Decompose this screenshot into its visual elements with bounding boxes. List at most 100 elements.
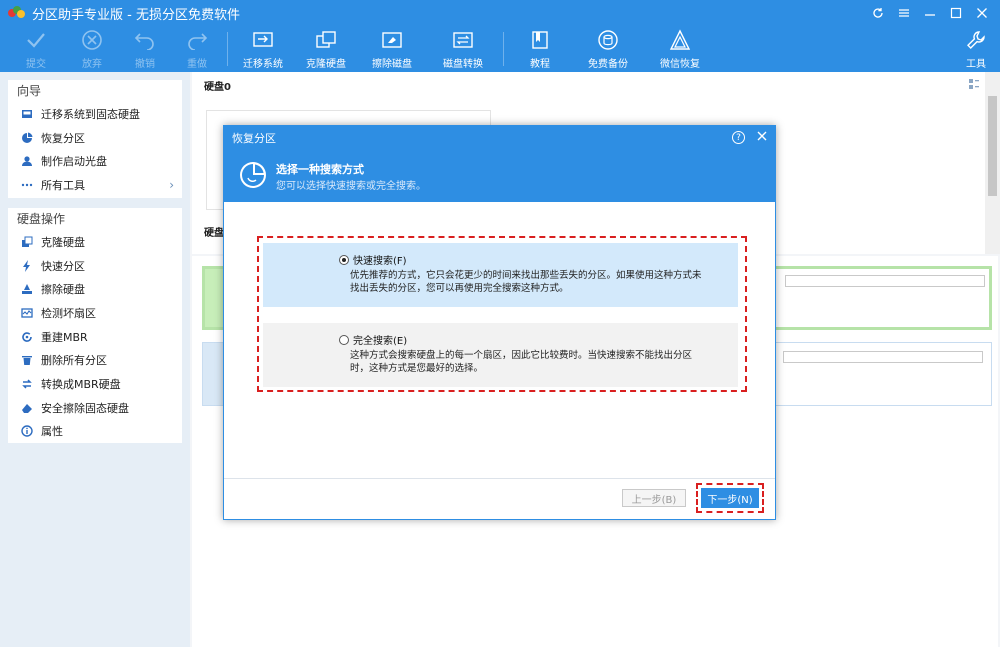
menu-icon[interactable] <box>892 0 916 26</box>
sidebar: 向导 迁移系统到固态硬盘 恢复分区 制作启动光盘 所有工具 › 硬盘操作 克隆硬… <box>0 72 190 647</box>
partition-bar[interactable] <box>783 351 983 363</box>
convert-icon <box>20 377 34 391</box>
secure-erase-icon <box>20 401 34 415</box>
toolbar: 提交 放弃 撤销 重做 迁移系统 克隆硬盘 擦除磁盘 磁盘转换 教程 免费备份 … <box>0 26 1000 72</box>
lightning-icon <box>20 259 34 273</box>
prev-button[interactable]: 上一步(B) <box>622 489 686 507</box>
dialog-title-bar: 恢复分区 ? <box>224 126 775 150</box>
check-icon <box>23 28 49 52</box>
clone-disk-icon <box>313 28 339 52</box>
sidebar-item-recover-partition[interactable]: 恢复分区 <box>8 126 182 150</box>
title-bar: 分区助手专业版 - 无损分区免费软件 <box>0 0 1000 26</box>
trash-icon <box>20 353 34 367</box>
app-title: 分区助手专业版 - 无损分区免费软件 <box>32 7 240 23</box>
discard-button[interactable]: 放弃 <box>64 28 120 70</box>
sidebar-item-convert-mbr[interactable]: 转换成MBR硬盘 <box>8 372 182 396</box>
view-toggle-icon[interactable] <box>968 78 980 90</box>
recover-partition-dialog: 恢复分区 ? 选择一种搜索方式 您可以选择快速搜索或完全搜索。 快速搜索(F) … <box>223 125 776 520</box>
radio-selected-dot <box>342 258 346 262</box>
wipe-disk-icon <box>379 28 405 52</box>
refresh-icon[interactable] <box>866 0 890 26</box>
sidebar-item-label: 重建MBR <box>41 330 88 344</box>
full-search-radio[interactable] <box>339 335 349 345</box>
scrollbar[interactable] <box>985 72 1000 254</box>
toolbar-separator <box>227 32 228 66</box>
close-icon[interactable] <box>970 0 994 26</box>
undo-button[interactable]: 撤销 <box>117 28 173 70</box>
wechat-recovery-icon <box>667 28 693 52</box>
wechat-recovery-button[interactable]: 微信恢复 <box>652 28 708 70</box>
sidebar-item-check-bad-sectors[interactable]: 检测坏扇区 <box>8 301 182 325</box>
disk1-label: 硬盘 <box>204 228 224 239</box>
sidebar-item-migrate-ssd[interactable]: 迁移系统到固态硬盘 <box>8 102 182 126</box>
sidebar-item-label: 属性 <box>41 425 63 439</box>
wipe-disk-button[interactable]: 擦除磁盘 <box>364 28 420 70</box>
free-backup-button[interactable]: 免费备份 <box>580 28 636 70</box>
disk-convert-button[interactable]: 磁盘转换 <box>435 28 491 70</box>
sidebar-item-wipe-disk[interactable]: 擦除硬盘 <box>8 277 182 301</box>
disk0-label: 硬盘0 <box>204 82 231 93</box>
eraser-icon <box>20 282 34 296</box>
user-icon <box>20 154 34 168</box>
sidebar-item-label: 所有工具 <box>41 178 85 192</box>
toolbar-separator <box>503 32 504 66</box>
info-icon <box>20 424 34 438</box>
backup-icon <box>595 28 621 52</box>
migrate-os-button[interactable]: 迁移系统 <box>235 28 291 70</box>
tutorial-button[interactable]: 教程 <box>512 28 568 70</box>
redo-button[interactable]: 重做 <box>169 28 225 70</box>
sidebar-item-all-tools[interactable]: 所有工具 › <box>8 173 182 197</box>
migrate-os-icon <box>250 28 276 52</box>
chevron-right-icon: › <box>169 177 174 192</box>
sidebar-item-label: 安全擦除固态硬盘 <box>41 401 129 415</box>
full-search-description: 这种方式会搜索硬盘上的每一个扇区，因此它比较费时。当快速搜索不能找出分区时，这种… <box>350 350 693 374</box>
app-logo-icon <box>8 6 26 20</box>
maximize-icon[interactable] <box>944 0 968 26</box>
full-search-label: 完全搜索(E) <box>353 336 408 347</box>
minimize-icon[interactable] <box>918 0 942 26</box>
sidebar-item-label: 克隆硬盘 <box>41 235 85 249</box>
disk-ops-panel-title: 硬盘操作 <box>17 212 66 226</box>
quick-search-description: 优先推荐的方式，它只会花更少的时间来找出那些丢失的分区。如果使用这种方式未找出丢… <box>350 270 702 294</box>
redo-icon <box>184 28 210 52</box>
migrate-icon <box>20 107 34 121</box>
clone-disk-button[interactable]: 克隆硬盘 <box>298 28 354 70</box>
dialog-header-title: 选择一种搜索方式 <box>276 163 364 176</box>
dialog-close-icon[interactable] <box>757 129 767 145</box>
sidebar-item-quick-partition[interactable]: 快速分区 <box>8 254 182 278</box>
next-button[interactable]: 下一步(N) <box>701 488 759 508</box>
sidebar-item-boot-disc[interactable]: 制作启动光盘 <box>8 149 182 173</box>
wrench-icon <box>963 28 989 52</box>
wizard-panel: 向导 迁移系统到固态硬盘 恢复分区 制作启动光盘 所有工具 › <box>8 80 182 198</box>
disk-convert-icon <box>450 28 476 52</box>
sidebar-item-label: 恢复分区 <box>41 131 85 145</box>
dialog-footer-divider <box>224 478 775 479</box>
quick-search-option[interactable]: 快速搜索(F) 优先推荐的方式，它只会花更少的时间来找出那些丢失的分区。如果使用… <box>263 243 738 307</box>
sidebar-item-label: 擦除硬盘 <box>41 283 85 297</box>
quick-search-radio[interactable] <box>339 255 349 265</box>
sidebar-item-properties[interactable]: 属性 <box>8 420 182 444</box>
sidebar-item-rebuild-mbr[interactable]: 重建MBR <box>8 325 182 349</box>
undo-icon <box>132 28 158 52</box>
disk-row-marker <box>203 343 225 405</box>
commit-button[interactable]: 提交 <box>8 28 64 70</box>
partition-bar[interactable] <box>785 275 985 287</box>
clone-icon <box>20 235 34 249</box>
sidebar-item-secure-erase-ssd[interactable]: 安全擦除固态硬盘 <box>8 396 182 420</box>
sidebar-item-delete-all-partitions[interactable]: 删除所有分区 <box>8 348 182 372</box>
scan-icon <box>20 306 34 320</box>
pie-icon <box>20 131 34 145</box>
full-search-option[interactable]: 完全搜索(E) 这种方式会搜索硬盘上的每一个扇区，因此它比较费时。当快速搜索不能… <box>263 323 738 387</box>
sidebar-item-label: 检测坏扇区 <box>41 306 96 320</box>
tools-button[interactable]: 工具 <box>948 28 1000 70</box>
wizard-panel-title: 向导 <box>17 84 42 98</box>
partition-recovery-icon <box>238 160 268 190</box>
quick-search-label: 快速搜索(F) <box>353 256 407 267</box>
sidebar-item-label: 快速分区 <box>41 259 85 273</box>
disk-ops-panel: 硬盘操作 克隆硬盘 快速分区 擦除硬盘 检测坏扇区 重建MBR 删除所有分区 转… <box>8 208 182 443</box>
scrollbar-thumb[interactable] <box>988 96 997 196</box>
sidebar-item-label: 制作启动光盘 <box>41 155 107 169</box>
sidebar-item-clone-disk[interactable]: 克隆硬盘 <box>8 230 182 254</box>
help-icon[interactable]: ? <box>732 131 745 144</box>
sidebar-item-label: 转换成MBR硬盘 <box>41 377 121 391</box>
